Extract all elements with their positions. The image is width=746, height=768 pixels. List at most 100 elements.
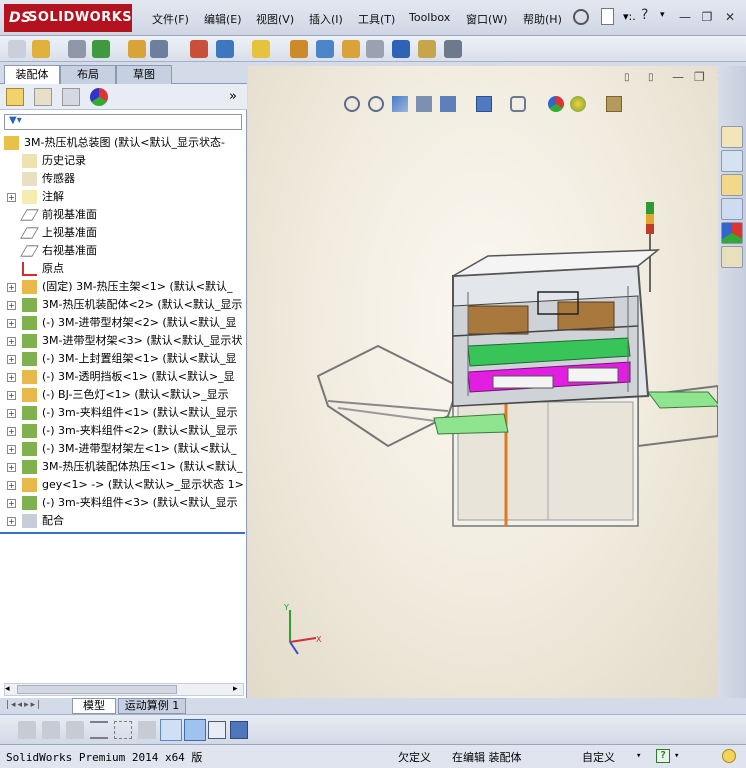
tree-node[interactable]: + (-) 3M-上封置组架<1> (默认<默认_显: [0, 350, 247, 368]
appearances-icon[interactable]: [721, 222, 743, 244]
scroll-right-icon[interactable]: ▸: [233, 684, 238, 694]
hide-show-icon[interactable]: [366, 40, 384, 58]
smart-fasteners-icon[interactable]: [190, 40, 208, 58]
menu-window[interactable]: 窗口(W): [466, 11, 507, 27]
expand-toggle-icon[interactable]: +: [7, 373, 16, 382]
solidworks-resources-icon[interactable]: [721, 126, 743, 148]
filter-icon[interactable]: ▼▾: [9, 115, 22, 126]
motion-icon-3[interactable]: [66, 721, 84, 739]
tree-node[interactable]: 原点: [0, 260, 247, 278]
expand-toggle-icon[interactable]: +: [7, 499, 16, 508]
tab-sketch[interactable]: 草图: [116, 65, 172, 84]
configuration-manager-icon[interactable]: [62, 88, 80, 106]
instant3d-icon[interactable]: [444, 40, 462, 58]
linear-pattern-icon[interactable]: [92, 40, 110, 58]
tree-node[interactable]: +3M-热压机装配体<2> (默认<默认_显示: [0, 296, 247, 314]
tree-node[interactable]: + 配合: [0, 512, 247, 530]
expand-toggle-icon[interactable]: +: [7, 355, 16, 364]
view-settings-icon[interactable]: [606, 96, 622, 112]
table-icon[interactable]: [208, 721, 226, 739]
tab-nav-arrows-icon[interactable]: |◂◂▸▸|: [6, 700, 42, 710]
mate-icon[interactable]: [150, 40, 168, 58]
tree-node[interactable]: + (-) 3M-进带型材架<2> (默认<默认_显: [0, 314, 247, 332]
explode-line-icon[interactable]: [342, 40, 360, 58]
units-dropdown-icon[interactable]: ▾: [636, 751, 641, 761]
filter-list-icon[interactable]: [138, 721, 156, 739]
tab-model[interactable]: 模型: [72, 698, 116, 714]
expand-toggle-icon[interactable]: +: [7, 391, 16, 400]
viewport-minimize-icon[interactable]: —: [672, 70, 684, 84]
feature-manager-icon[interactable]: [6, 88, 24, 106]
apply-scene-icon[interactable]: [570, 96, 586, 112]
viewport-restore-icon[interactable]: ❐: [694, 70, 705, 84]
reference-geometry-icon[interactable]: [252, 40, 270, 58]
save-layout-icon[interactable]: [230, 721, 248, 739]
help-status-icon[interactable]: ?: [656, 749, 670, 763]
help-status-dropdown-icon[interactable]: ▾: [674, 751, 679, 761]
expand-toggle-icon[interactable]: +: [7, 319, 16, 328]
assembly-3d-model[interactable]: [308, 196, 728, 536]
motion-icon-2[interactable]: [42, 721, 60, 739]
filter-field[interactable]: ▼▾: [4, 114, 242, 130]
custom-properties-icon[interactable]: [721, 246, 743, 268]
tree-node[interactable]: + (固定) 3M-热压主架<1> (默认<默认_: [0, 278, 247, 296]
scroll-left-icon[interactable]: ◂: [5, 684, 10, 694]
options-dropdown-icon[interactable]: ▾:.: [623, 10, 636, 23]
menu-edit[interactable]: 编辑(E): [204, 11, 242, 27]
menu-toolbox[interactable]: Toolbox: [409, 11, 450, 24]
tree-node[interactable]: +3M-进带型材架<3> (默认<默认_显示状: [0, 332, 247, 350]
expand-toggle-icon[interactable]: +: [7, 301, 16, 310]
mass-properties-icon[interactable]: [418, 40, 436, 58]
move-component-icon[interactable]: [216, 40, 234, 58]
file-explorer-icon[interactable]: [721, 174, 743, 196]
open-icon[interactable]: [32, 40, 50, 58]
tree-node[interactable]: + 注解: [0, 188, 247, 206]
close-icon[interactable]: ✕: [721, 9, 739, 25]
tree-node[interactable]: 前视基准面: [0, 206, 247, 224]
zoom-to-area-icon[interactable]: [368, 96, 384, 112]
shaded-cube-icon[interactable]: [184, 719, 206, 741]
grid-icon[interactable]: [114, 721, 132, 739]
tree-node[interactable]: + gey<1> -> (默认<默认>_显示状态 1>: [0, 476, 247, 494]
section-view-icon[interactable]: [416, 96, 432, 112]
interference-detection-icon[interactable]: [290, 40, 308, 58]
view-palette-icon[interactable]: [721, 198, 743, 220]
menu-insert[interactable]: 插入(I): [309, 11, 343, 27]
tree-node[interactable]: + (-) 3m-夹料组件<1> (默认<默认_显示: [0, 404, 247, 422]
expand-toggle-icon[interactable]: +: [7, 409, 16, 418]
tab-layout[interactable]: 布局: [60, 65, 116, 84]
pin-icon[interactable]: [573, 9, 589, 25]
restore-icon[interactable]: ❐: [698, 9, 716, 25]
viewport-split-right-icon[interactable]: ▯: [648, 72, 654, 83]
tree-node[interactable]: + (-) 3m-夹料组件<3> (默认<默认_显示: [0, 494, 247, 512]
measure-icon[interactable]: [392, 40, 410, 58]
tree-node[interactable]: 3M-热压机总装图 (默认<默认_显示状态-: [0, 134, 247, 152]
expand-toggle-icon[interactable]: +: [7, 517, 16, 526]
tree-node[interactable]: + (-) BJ-三色灯<1> (默认<默认>_显示: [0, 386, 247, 404]
expand-toggle-icon[interactable]: +: [7, 283, 16, 292]
tab-assembly[interactable]: 装配体: [4, 65, 60, 84]
lines-icon[interactable]: [90, 721, 108, 739]
insert-component-icon[interactable]: [128, 40, 146, 58]
viewport-split-left-icon[interactable]: ▯: [624, 72, 630, 83]
rebuild-status-icon[interactable]: [722, 749, 736, 763]
property-manager-icon[interactable]: [34, 88, 52, 106]
exploded-view-icon[interactable]: [316, 40, 334, 58]
view-orientation-icon[interactable]: [440, 96, 456, 112]
solidworks-logo[interactable]: DS SOLIDWORKS: [4, 4, 132, 32]
menu-view[interactable]: 视图(V): [256, 11, 294, 27]
tree-node[interactable]: 上视基准面: [0, 224, 247, 242]
minimize-icon[interactable]: —: [676, 9, 694, 25]
horizontal-scrollbar[interactable]: ◂ ▸: [4, 683, 244, 696]
origin-axes-icon[interactable]: [160, 719, 182, 741]
expand-toggle-icon[interactable]: +: [7, 427, 16, 436]
help-icon[interactable]: ?: [641, 7, 648, 23]
scroll-thumb[interactable]: [17, 685, 177, 694]
new-icon[interactable]: [8, 40, 26, 58]
display-style-icon[interactable]: [476, 96, 492, 112]
tree-node[interactable]: 历史记录: [0, 152, 247, 170]
new-document-icon[interactable]: [601, 8, 614, 25]
tree-node[interactable]: + (-) 3m-夹料组件<2> (默认<默认_显示: [0, 422, 247, 440]
units-status[interactable]: 自定义: [582, 749, 615, 766]
tree-node[interactable]: 右视基准面: [0, 242, 247, 260]
